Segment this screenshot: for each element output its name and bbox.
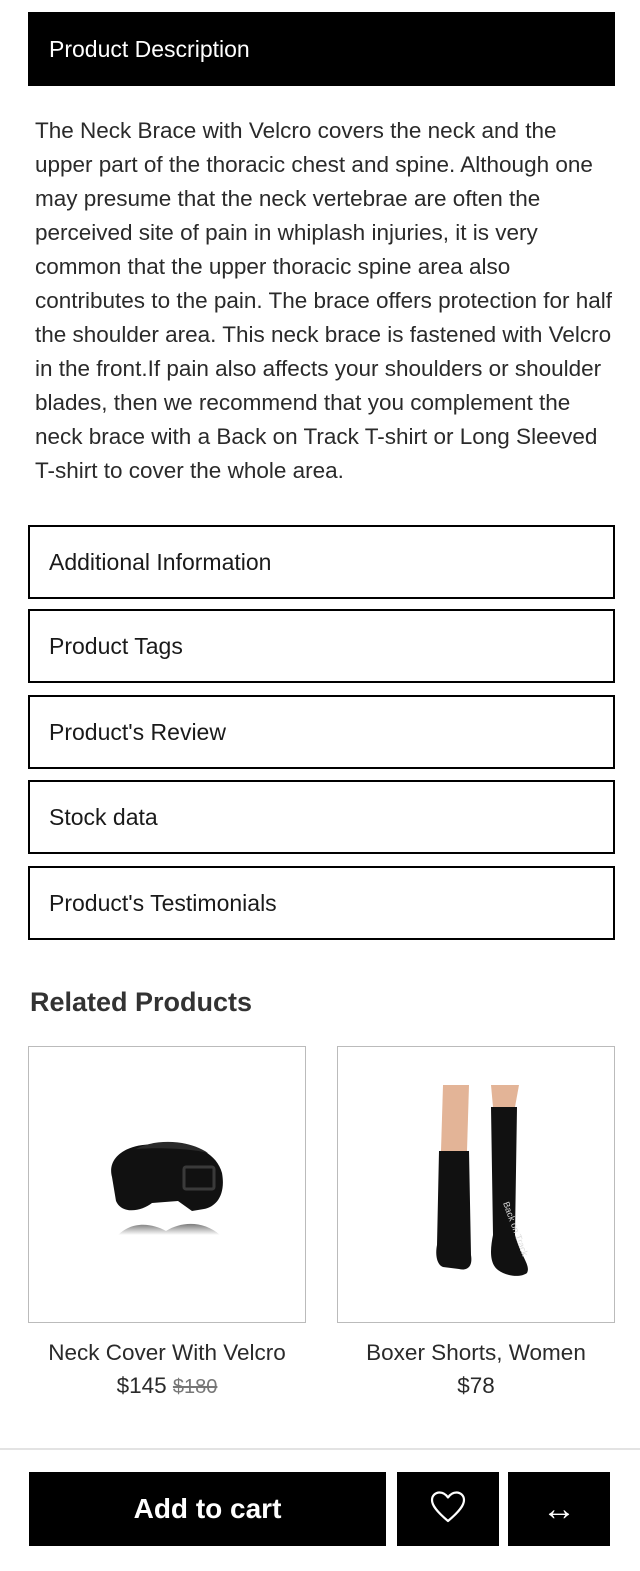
tab-product-review-label: Product's Review [49,718,226,745]
add-to-cart-label: Add to cart [133,1493,282,1524]
tab-product-tags[interactable]: Product Tags [28,609,615,683]
add-to-cart-button[interactable]: Add to cart [29,1472,386,1546]
related-product-name[interactable]: Boxer Shorts, Women [337,1340,615,1366]
related-product-card[interactable]: Back on Track Boxer Shorts, Women $78 [337,1046,615,1399]
tab-stock-data[interactable]: Stock data [28,780,615,854]
heart-icon [430,1490,466,1528]
left-right-arrow-icon: ↔ [542,1489,576,1528]
related-product-price: $145 [116,1373,167,1398]
tab-product-review[interactable]: Product's Review [28,695,615,769]
tab-product-testimonials[interactable]: Product's Testimonials [28,866,615,940]
tab-additional-information-label: Additional Information [49,548,272,575]
tab-product-description-label: Product Description [49,35,250,62]
product-description-text: The Neck Brace with Velcro covers the ne… [35,118,613,483]
socks-illustration: Back on Track [436,1084,530,1276]
tab-product-tags-label: Product Tags [49,632,183,659]
related-product-name[interactable]: Neck Cover With Velcro [28,1340,306,1366]
related-products-heading: Related Products [30,987,253,1017]
neck-cover-image[interactable] [28,1046,306,1323]
tab-additional-information[interactable]: Additional Information [28,525,615,599]
related-product-price: $78 [457,1373,495,1398]
related-product-card[interactable]: Neck Cover With Velcro $145 $180 [28,1046,306,1399]
related-product-price-row: $78 [337,1373,615,1399]
action-bar-divider [0,1448,640,1450]
tab-stock-data-label: Stock data [49,803,158,830]
wishlist-button[interactable] [397,1472,499,1546]
tab-product-testimonials-label: Product's Testimonials [49,889,277,916]
socks-image[interactable]: Back on Track [337,1046,615,1323]
neck-cover-illustration [111,1141,223,1235]
tab-product-description[interactable]: Product Description [28,12,615,86]
related-product-old-price: $180 [172,1376,218,1398]
compare-button[interactable]: ↔ [508,1472,610,1546]
related-product-price-row: $145 $180 [28,1373,306,1399]
